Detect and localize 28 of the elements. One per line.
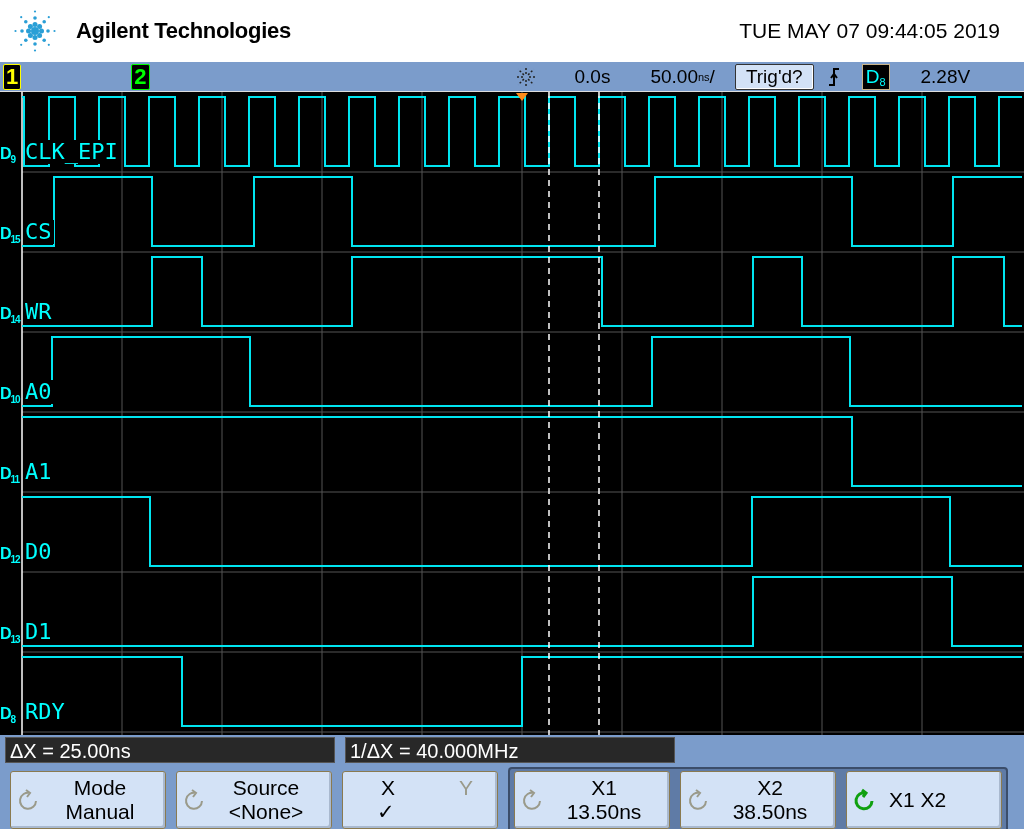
channel-number: D$_{14}$ — [0, 304, 20, 327]
softkey[interactable]: Source <None> — [176, 771, 332, 829]
softkey[interactable]: X1 13.50ns — [514, 771, 670, 829]
channel-number: D$_{8}$ — [0, 704, 16, 727]
trigger-source[interactable]: D$_{8}$ — [861, 63, 890, 90]
trace-label: A0 — [25, 380, 54, 404]
channel-number: D$_{11}$ — [0, 464, 20, 487]
brand-name: Agilent Technologies — [76, 18, 291, 44]
cursor-readout: ΔX = 25.00ns — [5, 737, 335, 763]
channel-number: D$_{10}$ — [0, 384, 20, 407]
channel-number: D$_{9}$ — [0, 144, 16, 167]
softkey[interactable]: Mode Manual — [10, 771, 166, 829]
channel-number: D$_{15}$ — [0, 224, 20, 247]
trigger-level: 2.28V — [920, 65, 971, 88]
channel-indicator[interactable]: 1 — [3, 63, 22, 90]
softkey[interactable]: X Y ✓ — [342, 771, 498, 829]
channel-number: D$_{12}$ — [0, 544, 20, 567]
channel-indicator[interactable]: 2 — [131, 63, 150, 90]
trigger-status-button[interactable]: Trig'd? — [734, 63, 814, 90]
trace-label: CS — [25, 220, 54, 244]
softkey[interactable]: X2 38.50ns — [680, 771, 836, 829]
date-time: TUE MAY 07 09:44:05 2019 — [739, 19, 1000, 43]
rising-edge-icon — [827, 66, 840, 87]
softkey[interactable]: X1 X2 — [846, 771, 1002, 829]
cursor-readout: 1/ΔX = 40.000MHz — [345, 737, 675, 763]
starburst-logo-icon — [12, 8, 58, 54]
channel-number: D$_{13}$ — [0, 624, 20, 647]
trigger-position: 0.0s — [574, 65, 611, 88]
